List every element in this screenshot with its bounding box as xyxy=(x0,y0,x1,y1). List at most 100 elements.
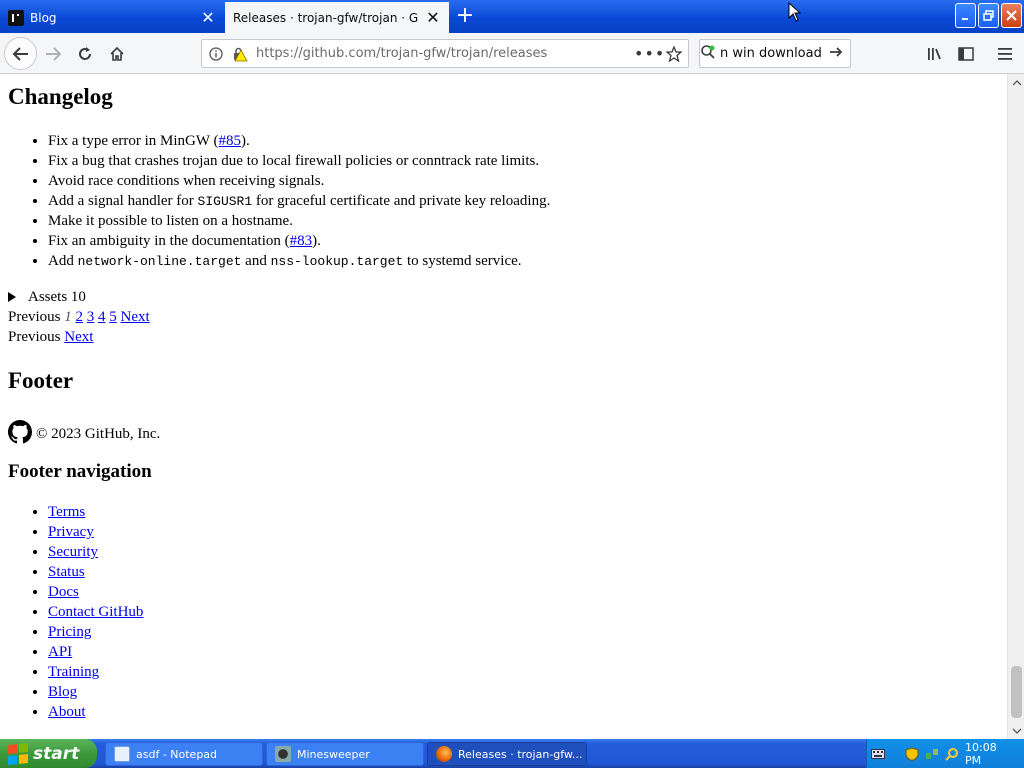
hamburger-menu-icon[interactable] xyxy=(990,39,1020,69)
list-item: About xyxy=(48,702,143,722)
taskbar-button-notepad[interactable]: asdf - Notepad xyxy=(105,742,263,766)
pagination-page-4[interactable]: 4 xyxy=(98,309,106,325)
item-text: Fix an ambiguity in the documentation ( xyxy=(48,233,290,249)
task-label: Minesweeper xyxy=(297,747,370,761)
list-item: Status xyxy=(48,562,143,582)
item-text: and xyxy=(241,253,271,269)
close-icon[interactable] xyxy=(1001,3,1022,28)
star-icon[interactable] xyxy=(660,45,688,62)
list-item: Blog xyxy=(48,682,143,702)
info-icon[interactable] xyxy=(206,44,226,64)
minesweeper-icon xyxy=(275,746,291,762)
reload-icon[interactable] xyxy=(70,39,100,69)
search-icon[interactable] xyxy=(700,44,716,64)
mouse-cursor-icon xyxy=(788,2,802,22)
footer-link-status[interactable]: Status xyxy=(48,564,85,580)
copyright-row: © 2023 GitHub, Inc. xyxy=(8,412,160,444)
list-item: API xyxy=(48,642,143,662)
sidebar-icon[interactable] xyxy=(951,39,981,69)
footer-link-terms[interactable]: Terms xyxy=(48,504,85,520)
vertical-scrollbar[interactable] xyxy=(1007,74,1024,739)
footer-link-api[interactable]: API xyxy=(48,644,72,660)
code-nss-lookup: nss-lookup.target xyxy=(270,254,404,269)
assets-disclosure[interactable]: Assets 10 xyxy=(8,287,86,307)
prev-label: Previous xyxy=(8,329,61,345)
insecure-lock-icon[interactable] xyxy=(230,44,250,64)
back-arrow-icon[interactable] xyxy=(4,37,37,70)
taskbar: start asdf - Notepad Minesweeper Release… xyxy=(0,739,1024,768)
library-icon[interactable] xyxy=(920,39,950,69)
footer-link-security[interactable]: Security xyxy=(48,544,98,560)
list-item: Add a signal handler for SIGUSR1 for gra… xyxy=(48,191,550,211)
footer-link-privacy[interactable]: Privacy xyxy=(48,524,94,540)
list-item: Training xyxy=(48,662,143,682)
list-item: Security xyxy=(48,542,143,562)
list-item: Pricing xyxy=(48,622,143,642)
list-item: Privacy xyxy=(48,522,143,542)
assets-count: 10 xyxy=(70,289,86,305)
close-icon[interactable]: ✕ xyxy=(200,10,216,26)
page-content: Changelog Fix a type error in MinGW (#85… xyxy=(0,74,1007,739)
issue-link-85[interactable]: #85 xyxy=(219,133,242,149)
url-bar[interactable]: https://github.com/trojan-gfw/trojan/rel… xyxy=(201,39,689,68)
search-icon[interactable] xyxy=(945,747,959,761)
search-bar[interactable]: n win download xyxy=(699,39,851,68)
code-sigusr1: SIGUSR1 xyxy=(197,194,253,209)
list-item: Add network-online.target and nss-lookup… xyxy=(48,251,550,271)
next-link[interactable]: Next xyxy=(64,329,93,345)
list-item: Fix a bug that crashes trojan due to loc… xyxy=(48,151,550,171)
close-icon[interactable]: ✕ xyxy=(425,9,441,26)
network-icon[interactable] xyxy=(925,747,939,761)
tab-blog[interactable]: Blog ✕ xyxy=(0,3,224,33)
forward-arrow-icon[interactable] xyxy=(38,39,68,69)
list-item: Make it possible to listen on a hostname… xyxy=(48,211,550,231)
scroll-down-icon[interactable] xyxy=(1008,722,1024,739)
footer-link-pricing[interactable]: Pricing xyxy=(48,624,91,640)
list-item: Fix an ambiguity in the documentation (#… xyxy=(48,231,550,251)
tab-label: Blog xyxy=(30,11,57,25)
pagination-next[interactable]: Next xyxy=(121,309,150,325)
system-tray: 10:08 PM xyxy=(866,739,1024,768)
blog-favicon-icon xyxy=(8,10,24,26)
restore-icon[interactable] xyxy=(978,3,999,28)
task-label: asdf - Notepad xyxy=(136,747,218,761)
clock: 10:08 PM xyxy=(965,740,997,767)
shield-icon[interactable] xyxy=(905,746,919,761)
footer-link-docs[interactable]: Docs xyxy=(48,584,79,600)
item-text: Add a signal handler for xyxy=(48,193,198,209)
github-logo-icon xyxy=(8,420,32,444)
page-actions-button[interactable]: ••• xyxy=(634,44,664,63)
footer-navigation-heading: Footer navigation xyxy=(8,461,152,482)
url-text[interactable]: https://github.com/trojan-gfw/trojan/rel… xyxy=(256,46,634,61)
task-label: Releases · trojan-gfw... xyxy=(458,747,583,761)
navigation-toolbar: https://github.com/trojan-gfw/trojan/rel… xyxy=(0,33,1024,74)
taskbar-button-minesweeper[interactable]: Minesweeper xyxy=(266,742,424,766)
footer-link-about[interactable]: About xyxy=(48,704,86,720)
scroll-up-icon[interactable] xyxy=(1008,74,1024,91)
pagination-page-3[interactable]: 3 xyxy=(87,309,95,325)
minimize-icon[interactable] xyxy=(955,3,976,28)
footer-link-training[interactable]: Training xyxy=(48,664,99,680)
pagination-page-5[interactable]: 5 xyxy=(109,309,117,325)
tab-releases[interactable]: Releases · trojan-gfw/trojan · GitHub ✕ xyxy=(225,2,449,33)
disclosure-triangle-icon[interactable] xyxy=(8,292,16,302)
issue-link-83[interactable]: #83 xyxy=(290,233,313,249)
plus-icon[interactable]: + xyxy=(452,4,478,30)
tab-label: Releases · trojan-gfw/trojan · GitHub xyxy=(233,10,419,25)
taskbar-button-firefox[interactable]: Releases · trojan-gfw... xyxy=(427,742,587,766)
start-button[interactable]: start xyxy=(0,739,97,768)
copyright-text: © 2023 GitHub, Inc. xyxy=(36,426,161,442)
home-icon[interactable] xyxy=(102,39,132,69)
scrollbar-thumb[interactable] xyxy=(1011,666,1022,718)
search-input[interactable]: n win download xyxy=(720,46,828,61)
footer-link-contact[interactable]: Contact GitHub xyxy=(48,604,143,620)
item-text: for graceful certificate and private key… xyxy=(252,193,551,209)
go-arrow-icon[interactable] xyxy=(828,44,844,64)
footer-link-blog[interactable]: Blog xyxy=(48,684,77,700)
item-text: ). xyxy=(241,133,250,149)
changelog-list: Fix a type error in MinGW (#85). Fix a b… xyxy=(0,131,550,271)
item-text: to systemd service. xyxy=(403,253,522,269)
github-logo-link[interactable] xyxy=(8,420,36,444)
keyboard-icon[interactable] xyxy=(871,747,885,761)
pagination-page-2[interactable]: 2 xyxy=(76,309,84,325)
